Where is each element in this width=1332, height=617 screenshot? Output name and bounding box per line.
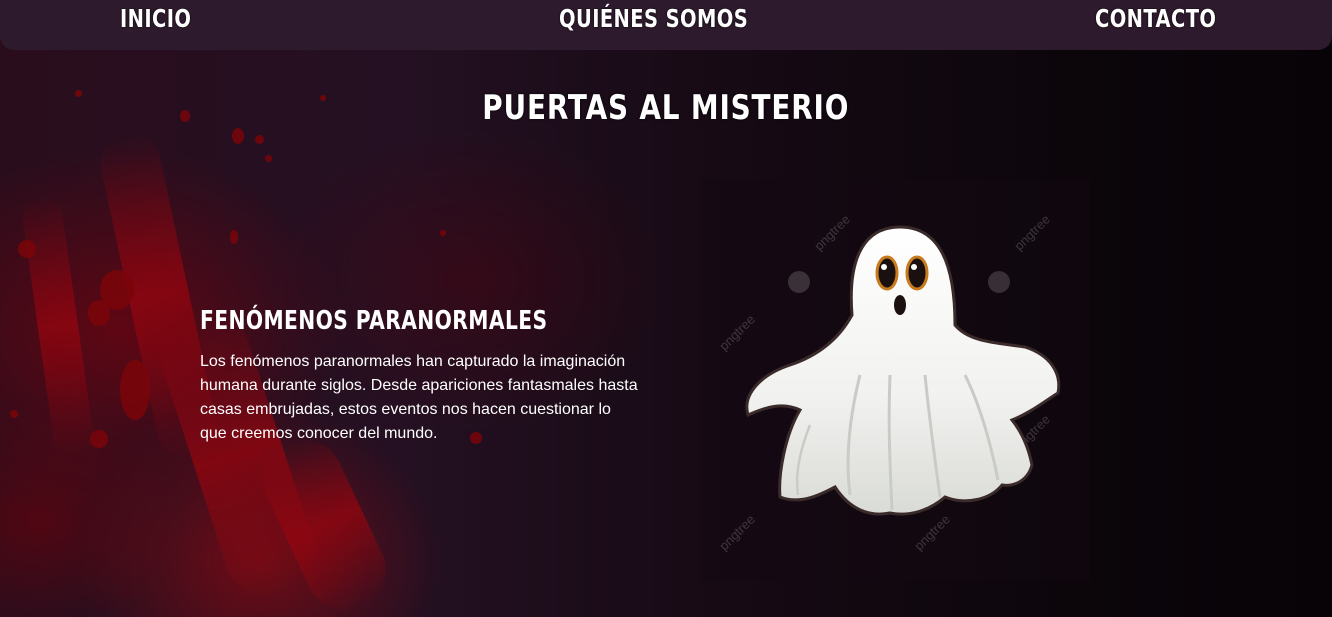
nav-link-quienes-somos[interactable]: QUIÉNES SOMOS (559, 4, 748, 33)
top-navbar: INICIO QUIÉNES SOMOS CONTACTO (0, 0, 1332, 50)
page-title-text: PUERTAS AL MISTERIO (482, 88, 850, 128)
ghost-icon (745, 225, 1061, 516)
nav-link-contacto[interactable]: CONTACTO (1095, 4, 1216, 33)
page-title: PUERTAS AL MISTERIO (0, 88, 1332, 128)
section-title: FENÓMENOS PARANORMALES (200, 306, 548, 336)
section-paragraph: Los fenómenos paranormales han capturado… (200, 353, 638, 442)
nav-link-inicio[interactable]: INICIO (120, 4, 191, 33)
